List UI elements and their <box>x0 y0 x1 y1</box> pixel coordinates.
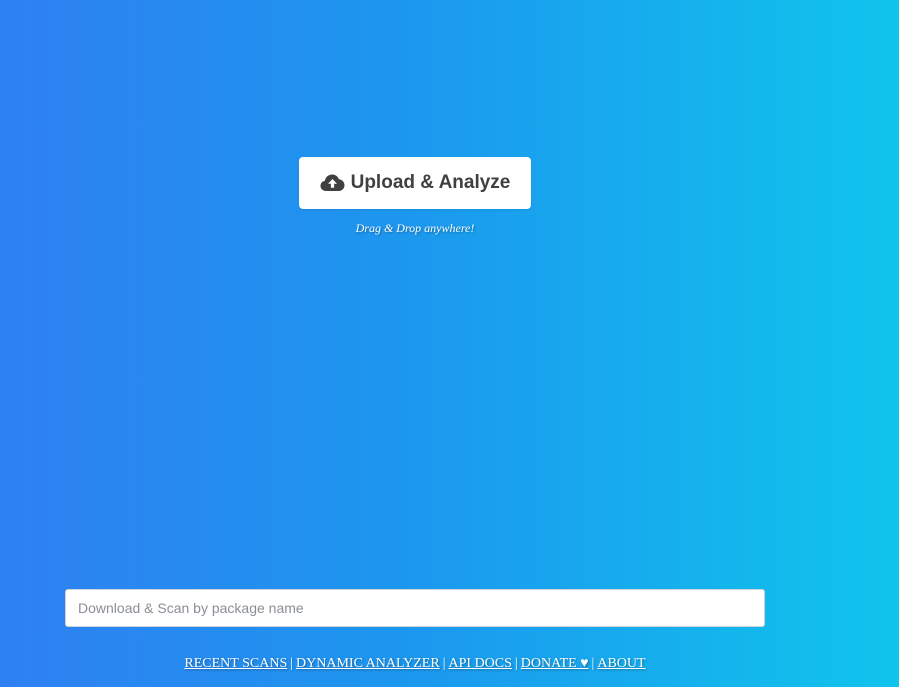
upload-button-label: Upload & Analyze <box>350 172 511 193</box>
drag-drop-hint: Drag & Drop anywhere! <box>355 221 475 235</box>
footer-nav: RECENT SCANS | DYNAMIC ANALYZER | API DOCS | D… <box>0 656 830 672</box>
cloud-upload-icon <box>320 173 345 193</box>
donate-link[interactable]: DONATE ♥ <box>521 656 589 671</box>
upload-section: Upload & Analyze Drag & Drop anywhere! <box>0 157 830 236</box>
recent-scans-link[interactable]: RECENT SCANS <box>184 656 287 671</box>
package-name-input[interactable] <box>65 589 765 627</box>
footer-separator: | <box>514 656 518 671</box>
api-docs-link[interactable]: API DOCS <box>449 656 512 671</box>
about-link[interactable]: ABOUT <box>597 656 645 671</box>
footer-separator: | <box>290 656 294 671</box>
upload-analyze-button[interactable]: Upload & Analyze <box>298 157 532 209</box>
dynamic-analyzer-link[interactable]: DYNAMIC ANALYZER <box>296 656 440 671</box>
footer-separator: | <box>442 656 446 671</box>
